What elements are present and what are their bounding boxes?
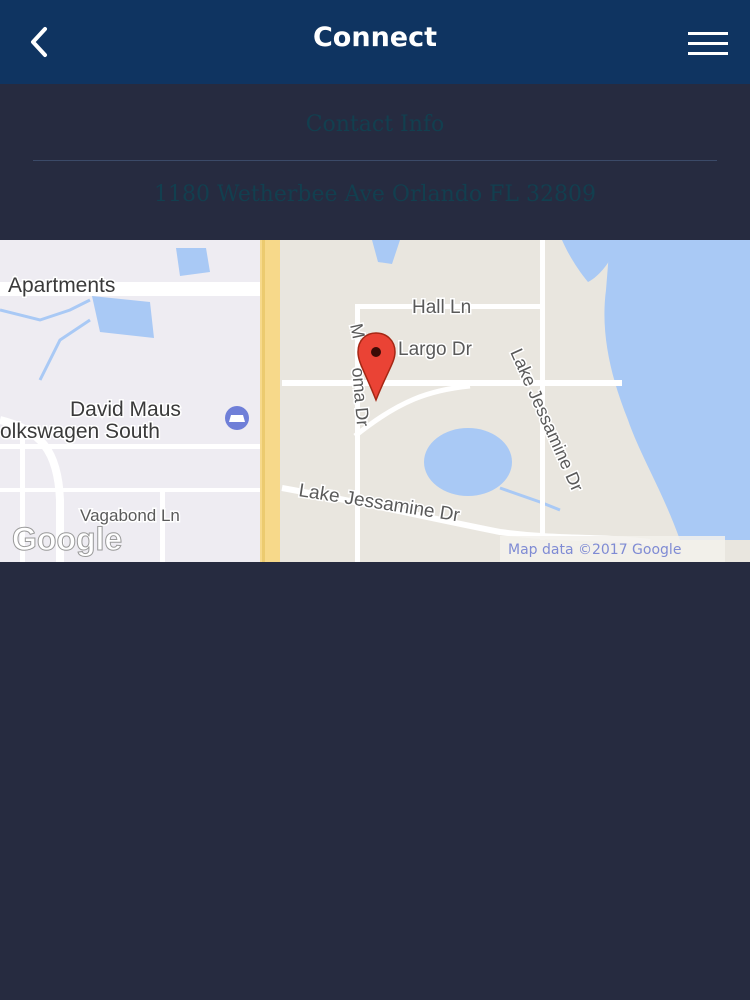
map-label-david-maus: David Maus [70,398,181,421]
car-dealer-icon [225,406,249,430]
hamburger-menu-icon [688,32,728,55]
divider [33,160,717,161]
retention-pond [92,296,154,338]
map-label-volkswagen-south: olkswagen South [0,420,160,443]
google-logo: Google [12,521,122,557]
map-label-monte-largo: Largo Dr [398,339,473,360]
small-pond [176,248,210,276]
content-area [0,562,750,1000]
app-header: Connect [0,0,750,84]
map-label-apartments: Apartments [8,274,115,297]
pond [424,428,512,496]
map-label-hall-ln: Hall Ln [412,297,471,318]
map-attribution: Map data ©2017 Google [508,542,681,558]
menu-button[interactable] [684,22,732,66]
page-title: Connect [312,22,438,53]
contact-info-section: Contact Info 1180 Wetherbee Ave Orlando … [0,84,750,240]
address-link[interactable]: 1180 Wetherbee Ave Orlando FL 32809 [0,182,750,207]
contact-info-label: Contact Info [305,112,445,137]
location-map[interactable]: Apartments Hall Ln Largo Dr M oma Dr Lak… [0,240,750,562]
